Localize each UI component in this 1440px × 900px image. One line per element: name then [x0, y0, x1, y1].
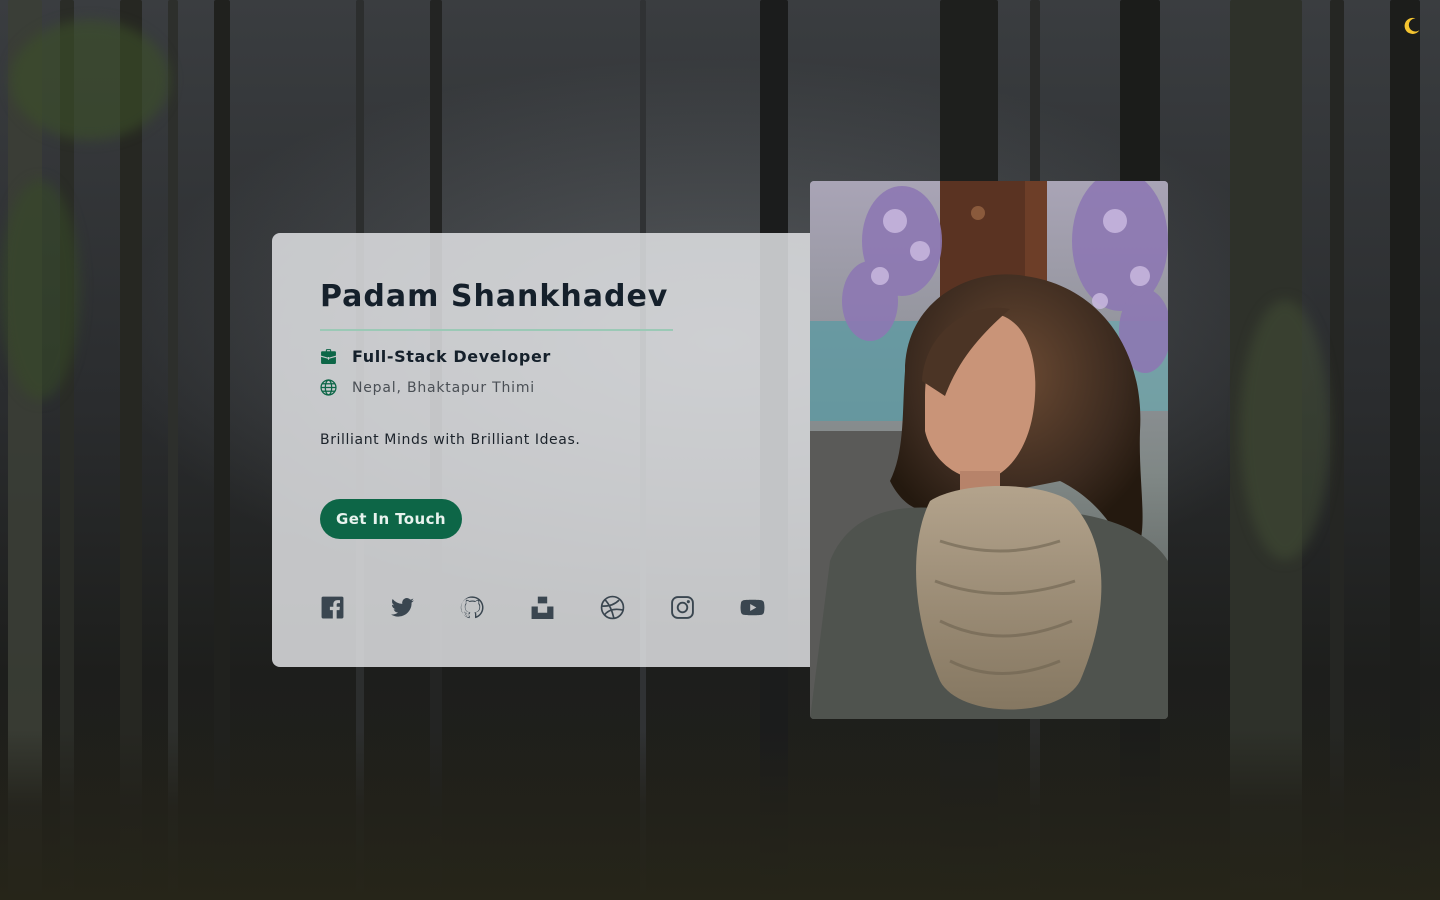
dribbble-icon[interactable]: [600, 595, 625, 620]
role-row: Full-Stack Developer: [320, 347, 551, 366]
profile-photo: [810, 181, 1168, 719]
location-text: Nepal, Bhaktapur Thimi: [352, 379, 535, 396]
profile-card: Padam Shankhadev Full-Stack Developer Ne…: [272, 233, 832, 667]
instagram-icon[interactable]: [670, 595, 695, 620]
moon-icon: [1404, 17, 1420, 34]
globe-icon: [320, 379, 337, 396]
social-links: [320, 595, 765, 620]
profile-name: Padam Shankhadev: [320, 279, 669, 314]
twitter-icon[interactable]: [390, 595, 415, 620]
get-in-touch-button[interactable]: Get In Touch: [320, 499, 462, 539]
tagline: Brilliant Minds with Brilliant Ideas.: [320, 432, 581, 448]
unsplash-icon[interactable]: [530, 595, 555, 620]
github-icon[interactable]: [460, 595, 485, 620]
youtube-icon[interactable]: [740, 595, 765, 620]
name-divider: [320, 329, 673, 331]
location-row: Nepal, Bhaktapur Thimi: [320, 379, 535, 396]
facebook-icon[interactable]: [320, 595, 345, 620]
theme-toggle-button[interactable]: [1400, 14, 1424, 38]
briefcase-icon: [320, 348, 337, 365]
role-text: Full-Stack Developer: [352, 347, 551, 366]
